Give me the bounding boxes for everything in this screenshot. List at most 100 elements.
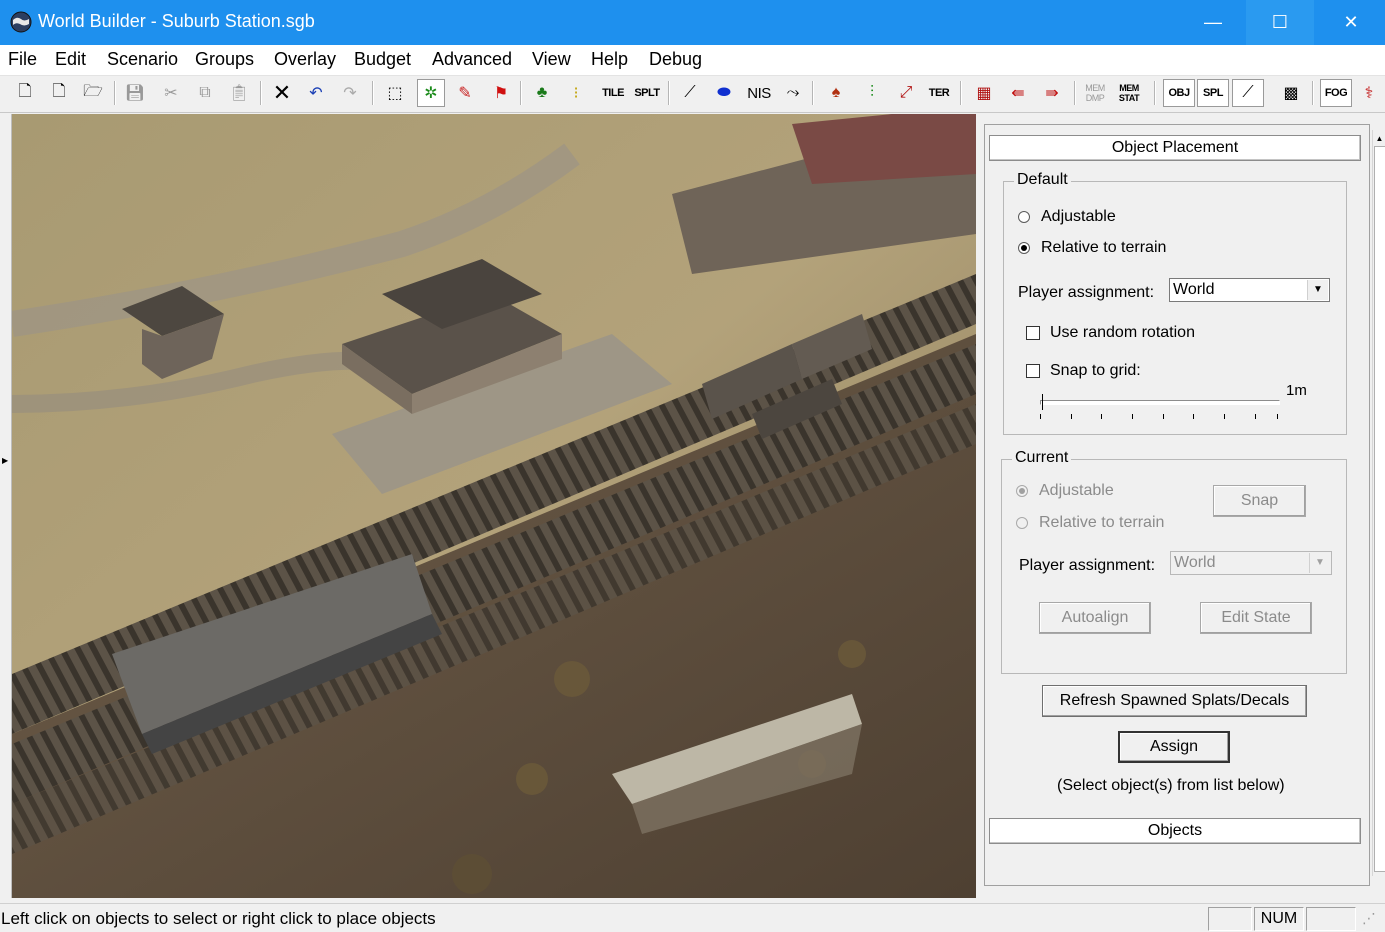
splats-toggle[interactable]: SPL xyxy=(1197,79,1229,107)
app-globe-icon xyxy=(10,11,32,33)
current-adjustable-radio[interactable]: Adjustable xyxy=(1016,482,1114,500)
random-rotation-checkbox[interactable]: Use random rotation xyxy=(1026,324,1195,342)
new-file-icon[interactable]: 🗋 xyxy=(11,79,39,107)
default-adjustable-label: Adjustable xyxy=(1041,208,1116,225)
close-button[interactable]: ✕ xyxy=(1326,0,1376,45)
chevron-down-icon: ▼ xyxy=(1309,553,1330,573)
paste-icon[interactable]: 📋︎ xyxy=(225,79,253,107)
default-legend: Default xyxy=(1014,171,1071,189)
checkbox-box xyxy=(1026,364,1040,378)
edit-state-button[interactable]: Edit State xyxy=(1200,602,1312,634)
status-pane-caps xyxy=(1208,907,1252,931)
menu-groups[interactable]: Groups xyxy=(195,49,254,70)
object-placement-header[interactable]: Object Placement xyxy=(989,135,1361,161)
road-icon[interactable]: ⟋ xyxy=(676,79,704,107)
scroll-thumb[interactable] xyxy=(1374,146,1385,872)
menu-view[interactable]: View xyxy=(532,49,571,70)
cut-icon[interactable]: ✂ xyxy=(157,79,185,107)
open-folder-icon[interactable]: 🗁 xyxy=(79,79,107,107)
move-right-icon[interactable]: ⇛ xyxy=(1038,79,1066,107)
title-bar: World Builder - Suburb Station.sgb — ☐ ✕ xyxy=(0,0,1385,45)
edit-objects-icon[interactable]: ✎ xyxy=(451,79,479,107)
select-region-icon[interactable]: ⬚ xyxy=(381,79,409,107)
save-icon[interactable]: 💾︎ xyxy=(121,79,149,107)
current-relative-label: Relative to terrain xyxy=(1039,514,1165,531)
default-relative-radio[interactable]: Relative to terrain xyxy=(1018,239,1166,257)
undo-icon[interactable]: ↶ xyxy=(302,79,330,107)
snap-button[interactable]: Snap xyxy=(1213,485,1306,517)
default-group: Default Adjustable Relative to terrain P… xyxy=(1003,171,1347,435)
current-player-select[interactable]: World ▼ xyxy=(1170,551,1332,575)
objects-header[interactable]: Objects xyxy=(989,818,1361,844)
radio-on-icon xyxy=(1016,485,1028,497)
scroll-up-icon[interactable]: ▲ xyxy=(1373,130,1385,146)
current-legend: Current xyxy=(1012,449,1072,467)
snap-grid-checkbox[interactable]: Snap to grid: xyxy=(1026,362,1141,380)
copy-icon[interactable]: ⧉ xyxy=(191,79,219,107)
slider-thumb[interactable] xyxy=(1042,394,1047,410)
status-pane-scroll xyxy=(1306,907,1356,931)
wand-icon[interactable]: ⚕ xyxy=(1355,79,1383,107)
menu-debug[interactable]: Debug xyxy=(649,49,702,70)
autoalign-button[interactable]: Autoalign xyxy=(1039,602,1151,634)
nis-tool[interactable]: NIS xyxy=(744,79,774,107)
splat-tool[interactable]: SPLT xyxy=(632,79,662,107)
fog-toggle[interactable]: FOG xyxy=(1320,79,1352,107)
mem-stat-tool[interactable]: MEM STAT xyxy=(1114,79,1144,107)
menu-advanced[interactable]: Advanced xyxy=(432,49,512,70)
mem-dump-tool[interactable]: MEM DMP xyxy=(1080,79,1110,107)
menu-file[interactable]: File xyxy=(8,49,37,70)
current-player-value: World xyxy=(1174,554,1216,571)
grid-overlay-icon[interactable]: ▩ xyxy=(1277,79,1305,107)
menu-help[interactable]: Help xyxy=(591,49,628,70)
menu-scenario[interactable]: Scenario xyxy=(107,49,178,70)
resize-grip-icon[interactable]: ⋰ xyxy=(1362,910,1376,927)
current-adjustable-label: Adjustable xyxy=(1039,482,1114,499)
maximize-button[interactable]: ☐ xyxy=(1246,0,1314,45)
radio-on-icon xyxy=(1018,242,1030,254)
move-left-icon[interactable]: ⇚ xyxy=(1004,79,1032,107)
objects-toggle[interactable]: OBJ xyxy=(1163,79,1195,107)
menu-edit[interactable]: Edit xyxy=(55,49,86,70)
chevron-down-icon: ▼ xyxy=(1307,280,1328,300)
terrain-tool[interactable]: TER xyxy=(924,79,954,107)
assign-button[interactable]: Assign xyxy=(1118,731,1230,763)
default-relative-label: Relative to terrain xyxy=(1041,239,1167,256)
left-splitter[interactable]: ▶ xyxy=(0,114,12,898)
default-adjustable-radio[interactable]: Adjustable xyxy=(1018,208,1116,226)
toolbar: 🗋 🗋 🗁 💾︎ ✂ ⧉ 📋︎ ✕ ↶ ↷ ⬚ ✲ ✎ ⚑ ♣ ⁝ TILE S… xyxy=(0,76,1385,113)
grid-size-value: 1m xyxy=(1286,382,1307,399)
calendar-icon[interactable]: ▦ xyxy=(970,79,998,107)
camera-path-icon[interactable]: ⤳ xyxy=(779,79,807,107)
delete-icon[interactable]: ✕ xyxy=(268,79,296,107)
tree-icon[interactable]: ♣ xyxy=(528,79,556,107)
status-bar: Left click on objects to select or right… xyxy=(0,903,1385,932)
redo-icon[interactable]: ↷ xyxy=(336,79,364,107)
roads-toggle-icon[interactable]: ⟋ xyxy=(1232,79,1264,107)
flag-icon[interactable]: ⚑ xyxy=(487,79,515,107)
terrain-height-icon[interactable]: ⫶ xyxy=(858,79,886,107)
panel-scrollbar[interactable]: ▲ xyxy=(1372,130,1385,876)
water-icon[interactable]: ⬬ xyxy=(710,79,738,107)
menu-overlay[interactable]: Overlay xyxy=(274,49,336,70)
refresh-splats-button[interactable]: Refresh Spawned Splats/Decals xyxy=(1042,685,1307,717)
menu-budget[interactable]: Budget xyxy=(354,49,411,70)
default-player-select[interactable]: World ▼ xyxy=(1169,278,1330,302)
terrain-ramp-icon[interactable]: ⤢ xyxy=(892,79,920,107)
tile-tool[interactable]: TILE xyxy=(597,79,629,107)
terrain-raise-icon[interactable]: ♠ xyxy=(822,79,850,107)
minimize-button[interactable]: — xyxy=(1190,0,1236,45)
3d-viewport[interactable] xyxy=(12,114,976,898)
traffic-light-icon[interactable]: ⁝ xyxy=(562,79,590,107)
current-group: Current Adjustable Relative to terrain S… xyxy=(1001,449,1347,674)
select-hint-text: (Select object(s) from list below) xyxy=(1057,777,1285,794)
current-relative-radio[interactable]: Relative to terrain xyxy=(1016,514,1164,532)
default-player-label: Player assignment: xyxy=(1018,284,1155,301)
current-player-label: Player assignment: xyxy=(1019,557,1156,574)
property-panel: Object Placement Default Adjustable Rela… xyxy=(978,114,1385,898)
default-player-value: World xyxy=(1173,281,1215,298)
place-objects-icon[interactable]: ✲ xyxy=(417,79,445,107)
scene-render xyxy=(12,114,976,898)
new-document-icon[interactable]: 🗋 xyxy=(45,79,73,107)
checkbox-box xyxy=(1026,326,1040,340)
